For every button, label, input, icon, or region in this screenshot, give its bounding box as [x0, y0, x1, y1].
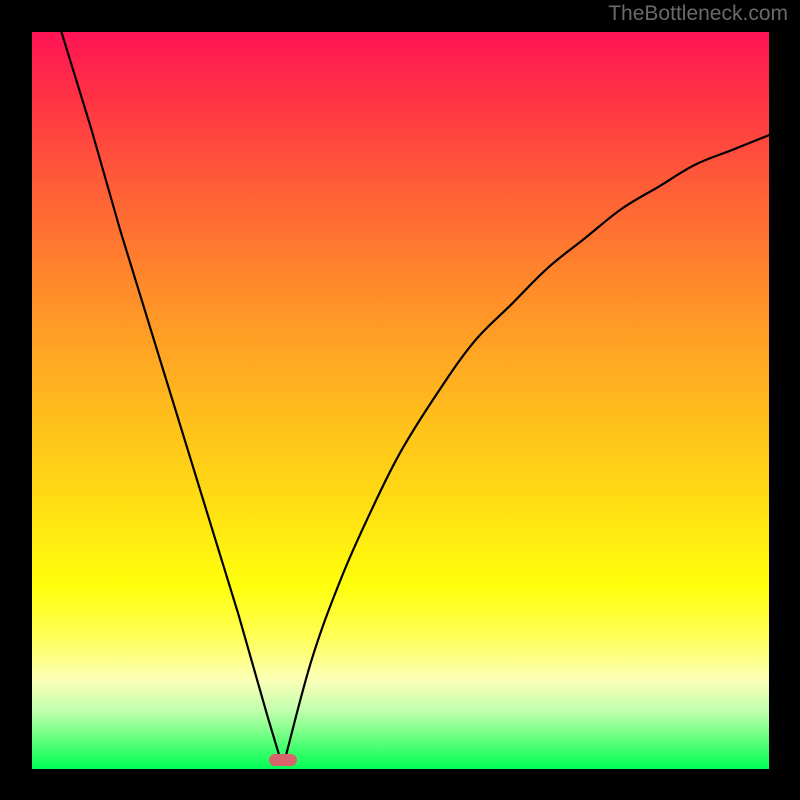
- chart-plot-area: [32, 32, 769, 769]
- optimum-marker: [269, 754, 297, 767]
- curve-right-branch: [286, 135, 769, 754]
- watermark-text: TheBottleneck.com: [608, 2, 788, 26]
- bottleneck-curve: [32, 32, 769, 769]
- curve-left-branch: [61, 32, 278, 754]
